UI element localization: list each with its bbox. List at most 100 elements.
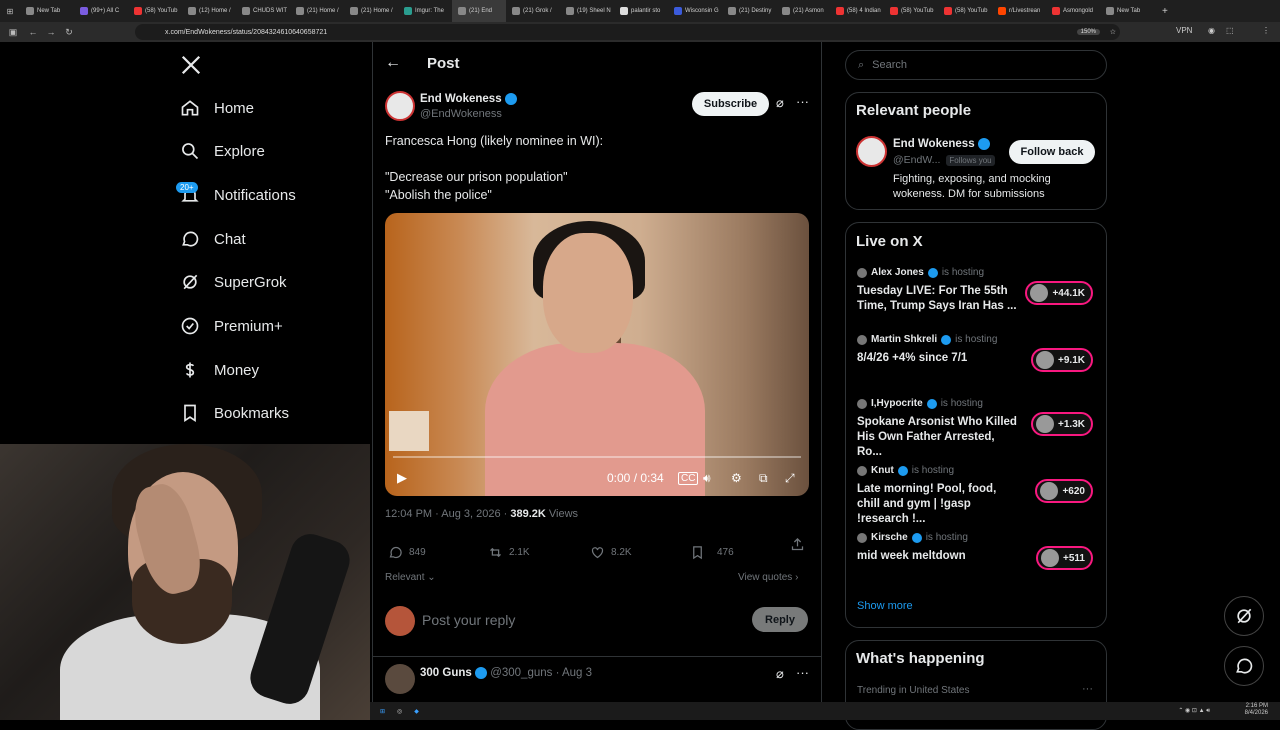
back-icon[interactable]: ← [26, 27, 40, 37]
search-input[interactable]: ⌕ Search [845, 50, 1107, 80]
reload-icon[interactable]: ↻ [62, 27, 76, 38]
bookmark-action[interactable]: 476 [690, 545, 734, 560]
browser-tab[interactable]: (12) Home / [182, 0, 236, 22]
profile-icon[interactable]: ◉ [1208, 26, 1215, 35]
browser-tab[interactable]: (21) Asmon [776, 0, 830, 22]
extensions-icon[interactable]: ⬚ [1226, 26, 1234, 35]
captions-icon[interactable]: CC [678, 471, 699, 485]
nav-explore[interactable]: Explore [180, 141, 265, 161]
volume-icon[interactable]: 🔊︎ [703, 471, 711, 486]
browser-tab[interactable]: (58) 4 Indian [830, 0, 884, 22]
browser-tab[interactable]: CHUDS WIT [236, 0, 290, 22]
nav-money[interactable]: Money [180, 360, 259, 380]
browser-tab[interactable]: (58) YouTub [938, 0, 992, 22]
browser-tab[interactable]: (19) Sheel N [560, 0, 614, 22]
live-item[interactable]: Kirsche is hosting mid week meltdown +511 [857, 532, 1097, 570]
nav-chat[interactable]: Chat [180, 229, 246, 249]
menu-icon[interactable]: ⋮ [1262, 26, 1270, 35]
fullscreen-icon[interactable]: ⤢ [785, 471, 795, 486]
more-options-icon[interactable]: ··· [796, 94, 809, 109]
video-progress-bar[interactable] [393, 456, 801, 458]
browser-tab[interactable]: (99+) All C [74, 0, 128, 22]
grok-analyze-icon[interactable]: ⌀ [776, 666, 784, 682]
repost-action[interactable]: 2.1K [488, 545, 530, 560]
vpn-badge[interactable]: VPN [1176, 26, 1192, 35]
live-listener-pill[interactable]: +511 [1036, 546, 1093, 570]
sidebar-toggle-icon[interactable]: ▣ [6, 27, 20, 38]
host-avatar [857, 532, 867, 543]
my-avatar[interactable] [385, 606, 415, 636]
nav-home[interactable]: Home [180, 98, 254, 118]
browser-tab[interactable]: palantir sto [614, 0, 668, 22]
live-listener-pill[interactable]: +1.3K [1031, 412, 1093, 436]
view-quotes-link[interactable]: View quotes › [738, 572, 798, 583]
reply-author-row[interactable]: 300 Guns @300_guns · Aug 3 [420, 667, 592, 679]
author-avatar[interactable] [385, 91, 415, 121]
browser-tab[interactable]: (58) YouTub [128, 0, 182, 22]
address-bar[interactable]: x.com/EndWokeness/status/208432461064065… [135, 24, 1120, 40]
tab-label: (58) YouTub [145, 8, 178, 14]
person-name-row[interactable]: End Wokeness [893, 138, 990, 150]
new-tab-icon[interactable]: + [1162, 6, 1168, 17]
browser-tab[interactable]: Asmongold [1046, 0, 1100, 22]
nav-premium[interactable]: Premium+ [180, 316, 283, 336]
author-handle[interactable]: @EndWokeness [420, 108, 502, 120]
live-item[interactable]: I,Hypocrite is hosting Spokane Arsonist Wh… [857, 398, 1097, 460]
browser-tab[interactable]: (21) Destiny [722, 0, 776, 22]
live-item[interactable]: Knut is hosting Late morning! Pool, food, … [857, 465, 1097, 527]
browser-tab[interactable]: Imgur: The [398, 0, 452, 22]
like-action[interactable]: 8.2K [590, 545, 632, 560]
pip-icon[interactable]: ⧉ [759, 471, 768, 486]
browser-tab[interactable]: (21) Home / [290, 0, 344, 22]
follow-back-button[interactable]: Follow back [1009, 140, 1095, 164]
video-player[interactable]: ▶ 0:00 / 0:34 CC 🔊︎ ⚙ ⧉ ⤢ [385, 213, 809, 496]
reply-button[interactable]: Reply [752, 607, 808, 632]
post-timestamp[interactable]: 12:04 PM · Aug 3, 2026 · [385, 508, 510, 520]
browser-tab[interactable]: Wisconsin G [668, 0, 722, 22]
play-icon[interactable]: ▶ [397, 470, 407, 486]
zoom-indicator[interactable]: 150% [1076, 29, 1100, 35]
person-avatar[interactable] [856, 136, 887, 167]
more-options-icon[interactable]: ··· [796, 665, 809, 680]
reply-action[interactable]: 849 [388, 545, 426, 560]
nav-bookmarks[interactable]: Bookmarks [180, 403, 289, 423]
grok-analyze-icon[interactable]: ⌀ [776, 95, 784, 111]
live-item[interactable]: Martin Shkreli is hosting 8/4/26 +4% since… [857, 334, 1097, 372]
share-action[interactable] [790, 537, 805, 552]
app-icon[interactable]: ◆ [414, 708, 419, 715]
browser-tab[interactable]: New Tab [20, 0, 74, 22]
live-listener-pill[interactable]: +9.1K [1031, 348, 1093, 372]
live-item[interactable]: Alex Jones is hosting Tuesday LIVE: For Th… [857, 267, 1097, 314]
steam-icon[interactable]: ◎ [397, 708, 402, 715]
show-more-link[interactable]: Show more [857, 600, 913, 612]
live-listener-pill[interactable]: +44.1K [1025, 281, 1093, 305]
reply-input[interactable]: Post your reply [422, 612, 515, 628]
messages-fab[interactable] [1224, 646, 1264, 686]
windows-start-icon[interactable]: ⊞ [380, 708, 385, 715]
nav-money-label: Money [214, 361, 260, 379]
nav-supergrok[interactable]: SuperGrok [180, 272, 287, 292]
forward-icon[interactable]: → [44, 27, 58, 37]
chevron-down-icon: ⌄ [427, 572, 436, 583]
bookmark-star-icon[interactable]: ☆ [1110, 28, 1116, 36]
browser-tab[interactable]: (21) Grok / [506, 0, 560, 22]
live-listener-pill[interactable]: +620 [1035, 479, 1093, 503]
back-arrow-icon[interactable]: ← [385, 54, 401, 72]
workspace-icon[interactable]: ⊞ [0, 7, 20, 16]
browser-tab[interactable]: New Tab [1100, 0, 1154, 22]
browser-tab[interactable]: (21) Home / [344, 0, 398, 22]
grok-fab[interactable] [1224, 596, 1264, 636]
clock[interactable]: 2:16 PM 8/4/2026 [1245, 703, 1268, 717]
browser-tab[interactable]: r/Livestrean [992, 0, 1046, 22]
person-handle-row: @EndW... Follows you [893, 154, 995, 166]
subscribe-button[interactable]: Subscribe [692, 92, 769, 116]
browser-tab[interactable]: (21) End [452, 0, 506, 22]
more-options-icon[interactable]: ··· [1082, 683, 1093, 695]
reply-author-handle: @300_guns · Aug 3 [490, 667, 593, 680]
settings-icon[interactable]: ⚙ [731, 471, 742, 485]
author-name-row[interactable]: End Wokeness [420, 93, 517, 105]
sort-dropdown[interactable]: Relevant ⌄ [385, 572, 436, 583]
browser-tab[interactable]: (58) YouTub [884, 0, 938, 22]
x-logo[interactable] [180, 54, 202, 76]
reply-author-avatar[interactable] [385, 664, 415, 694]
